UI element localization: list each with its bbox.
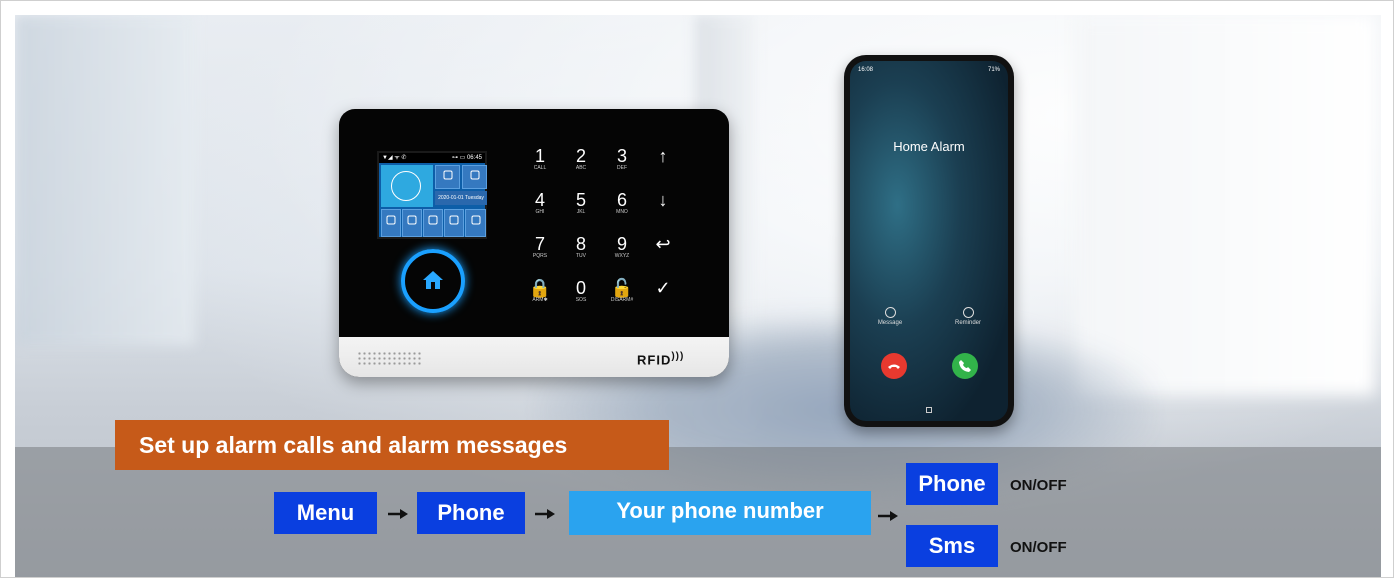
lcd-date: 2020-01-01 Tuesday [435,191,487,205]
lcd-tile-sos [423,209,443,237]
key-glyph: ↑ [658,146,668,166]
key-glyph: 1 [534,146,545,166]
lcd-clock-icon [381,165,433,207]
alarm-panel: ▼◢ ᯤ ✆ ⊶ ▭ 06:45 2020-01-01 Tuesday 1 CAL… [339,109,729,377]
keypad-key[interactable]: 8 TUV [566,235,596,259]
key-glyph: 🔓 [610,278,634,298]
phone-screen: 16:08 71% Home Alarm Message Reminder [850,61,1008,421]
phone-status-time: 16:08 [858,67,874,73]
arrow-right-icon [878,511,898,521]
keypad-key[interactable]: ✓ [648,279,678,297]
panel-bottom-strip: RFID))) [339,337,729,377]
keypad-key[interactable]: 7 PQRS [525,235,555,259]
key-glyph: 5 [575,190,586,210]
phone-icon [959,360,971,372]
step-menu-chip: Menu [274,492,377,534]
key-sublabel: CALL [533,165,547,171]
keypad-key[interactable]: 1 CALL [525,147,555,171]
rfid-text: RFID [637,352,672,367]
reminder-action[interactable]: Reminder [938,307,998,326]
key-sublabel: GHI [535,209,545,215]
key-sublabel: WXYZ [614,253,630,259]
keypad-key[interactable]: 0 SOS [566,279,596,303]
key-sublabel: PQRS [532,253,548,259]
decline-call-button[interactable] [881,353,907,379]
keypad-key[interactable]: 5 JKL [566,191,596,215]
key-glyph: 0 [575,278,586,298]
step-phone-number-chip: Your phone number [569,491,871,535]
lcd-tile-disarmed [435,165,460,189]
page-frame: ▼◢ ᯤ ✆ ⊶ ▭ 06:45 2020-01-01 Tuesday 1 CAL… [0,0,1394,578]
option-phone-state: ON/OFF [1010,477,1067,494]
panel-lcd-screen: ▼◢ ᯤ ✆ ⊶ ▭ 06:45 2020-01-01 Tuesday [377,151,487,239]
keypad-key[interactable]: 2 ABC [566,147,596,171]
key-sublabel: DISARM# [610,297,634,303]
keypad-key[interactable]: 4 GHI [525,191,555,215]
lcd-tile-normal [462,165,487,189]
key-glyph: 2 [575,146,586,166]
key-sublabel: ABC [575,165,587,171]
key-glyph: 3 [616,146,627,166]
keypad-key[interactable]: 🔓 DISARM# [607,279,637,303]
arrow-right-icon [388,509,408,519]
key-glyph: 9 [616,234,627,254]
lcd-status-right: ⊶ ▭ 06:45 [451,155,482,161]
keypad-key[interactable]: ↑ [648,147,678,165]
keypad-key[interactable]: 6 MNO [607,191,637,215]
lcd-tile-call [381,209,401,237]
lcd-status-left: ▼◢ ᯤ ✆ [382,155,407,161]
caller-name: Home Alarm [893,139,965,154]
keypad-key[interactable]: 🔒 ARM✱ [525,279,555,303]
phone-status-bar: 16:08 71% [858,67,1000,73]
keypad-key[interactable]: 3 DEF [607,147,637,171]
key-glyph: 6 [616,190,627,210]
home-button[interactable] [401,249,465,313]
key-sublabel: TUV [576,253,586,259]
keypad-key[interactable]: 9 WXYZ [607,235,637,259]
option-sms-chip: Sms [906,525,998,567]
step-phone-chip: Phone [417,492,525,534]
key-sublabel: JKL [576,209,586,215]
home-icon [423,271,443,289]
lcd-tile-arm [402,209,422,237]
key-sublabel: SOS [575,297,587,303]
key-glyph: 🔒 [528,278,552,298]
hangup-icon [888,364,900,369]
rfid-wave-icon: ))) [671,350,685,362]
option-phone-chip: Phone [906,463,998,505]
key-sublabel: DEF [617,165,627,171]
reminder-label: Reminder [954,320,981,326]
window-left [15,15,195,345]
message-icon [884,307,896,318]
home-nav-icon[interactable] [926,407,932,413]
key-glyph: ✓ [655,278,671,298]
rfid-label: RFID))) [637,351,684,367]
key-glyph: 8 [575,234,586,254]
lcd-tile-disarm [444,209,464,237]
keypad-key[interactable]: ↩ [648,235,678,253]
message-action[interactable]: Message [860,307,920,326]
key-glyph: 4 [534,190,545,210]
speaker-grill [357,351,423,365]
keypad-key[interactable]: ↓ [648,191,678,209]
option-sms-state: ON/OFF [1010,539,1067,556]
message-label: Message [877,320,903,326]
lcd-tile-home [465,209,486,237]
banner-title: Set up alarm calls and alarm messages [115,420,669,470]
phone-status-battery: 71% [987,67,1000,73]
key-glyph: 7 [534,234,545,254]
accept-call-button[interactable] [952,353,978,379]
smartphone: 16:08 71% Home Alarm Message Reminder [844,55,1014,427]
key-glyph: ↩ [655,234,671,254]
arrow-right-icon [535,509,555,519]
clock-icon [962,307,974,318]
key-sublabel: MNO [616,209,628,215]
key-glyph: ↓ [658,190,668,210]
lcd-status-bar: ▼◢ ᯤ ✆ ⊶ ▭ 06:45 [379,153,485,163]
